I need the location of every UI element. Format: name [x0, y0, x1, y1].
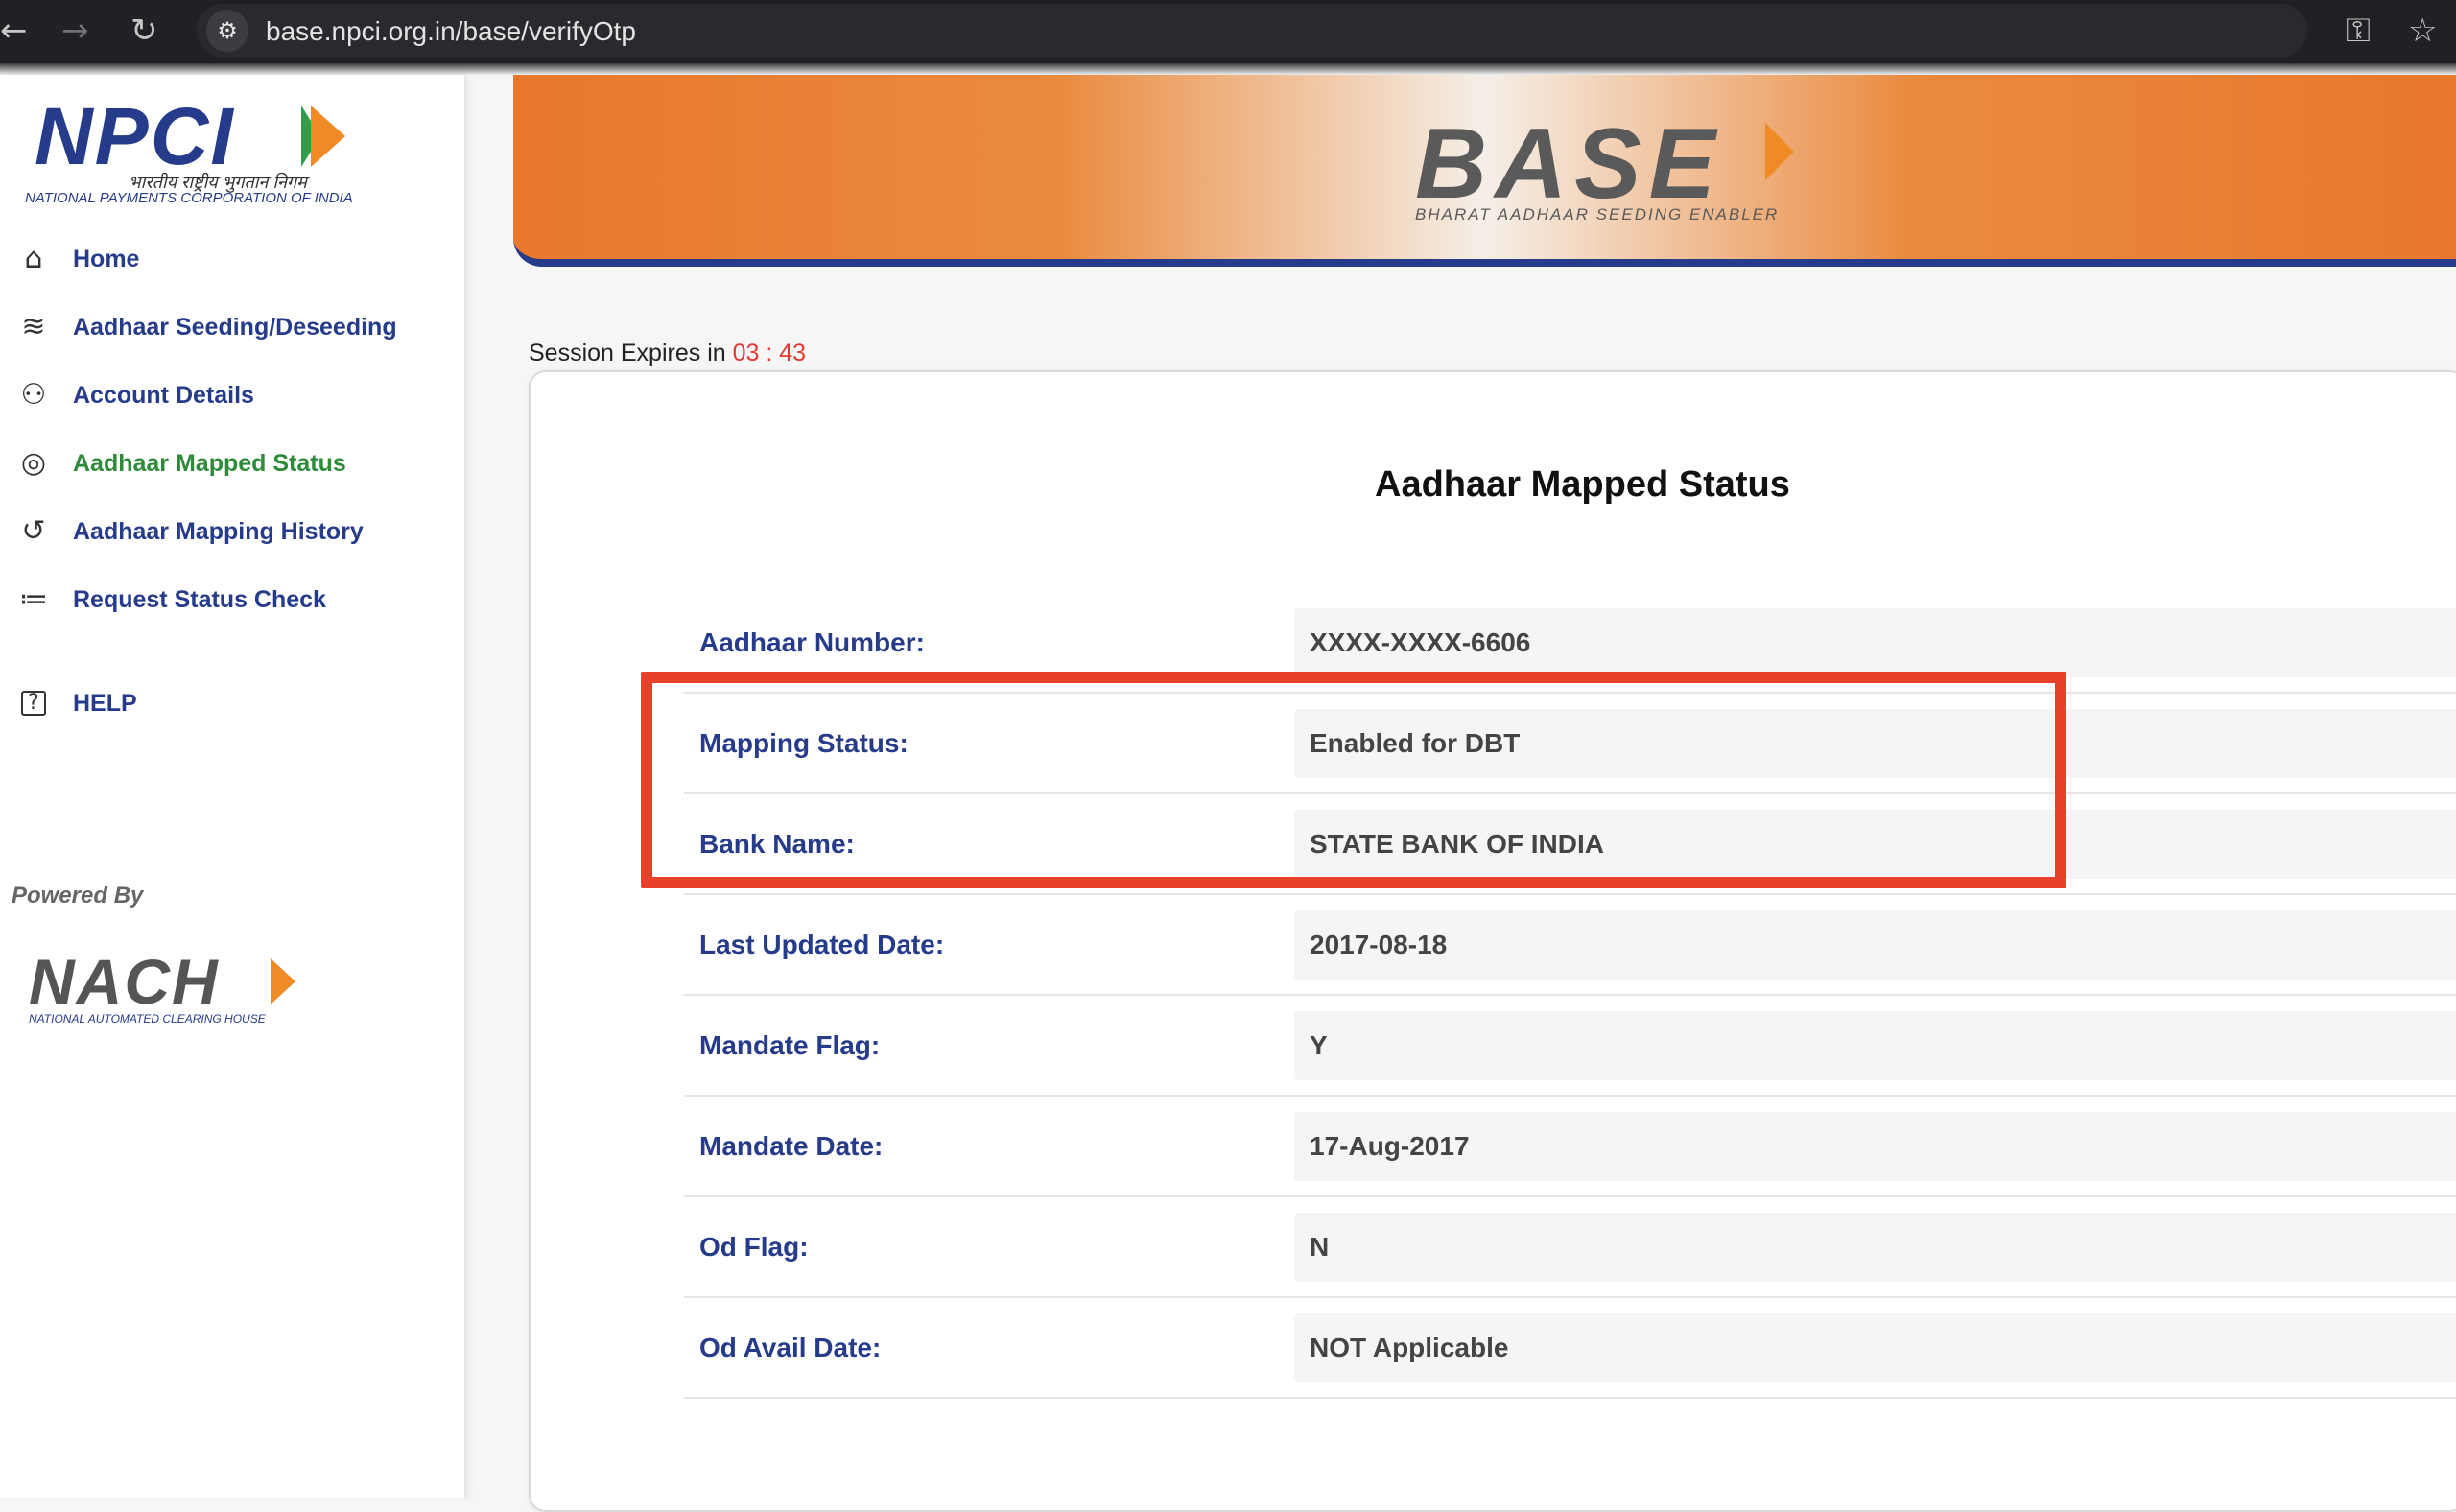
detail-label: Aadhaar Number: [699, 627, 925, 657]
address-bar[interactable]: ⚙ base.npci.org.in/base/verifyOtp [197, 4, 2307, 58]
detail-row-mapping-status: Mapping Status: Enabled for DBT [684, 694, 2456, 794]
home-icon: ⌂ [24, 242, 43, 275]
detail-row-bank-name: Bank Name: STATE BANK OF INDIA [684, 794, 2456, 895]
detail-value: 2017-08-18 [1310, 930, 1448, 959]
nach-logo-arrow [271, 958, 295, 1004]
back-arrow-icon[interactable]: ← [0, 13, 28, 48]
nach-logo-fullname: NATIONAL AUTOMATED CLEARING HOUSE [29, 1012, 266, 1026]
base-logo: BASE BHARAT AADHAAR SEEDING ENABLER [1415, 108, 1837, 224]
checklist-icon: ≔ [19, 582, 48, 616]
detail-value-box: XXXX-XXXX-6606 [1294, 608, 2456, 677]
sidebar-item-label: Aadhaar Mapping History [73, 517, 364, 545]
fingerprint-icon: ≋ [21, 310, 46, 343]
detail-label: Od Avail Date: [699, 1333, 882, 1362]
detail-value: N [1310, 1232, 1330, 1262]
header-banner: BASE BHARAT AADHAAR SEEDING ENABLER [513, 75, 2456, 267]
detail-row-od-avail-date: Od Avail Date: NOT Applicable [684, 1298, 2456, 1399]
detail-value-box: N [1294, 1213, 2456, 1282]
detail-value-box: Y [1294, 1011, 2456, 1080]
detail-value-box: Enabled for DBT [1294, 709, 2456, 778]
npci-logo-orange-arrow [311, 106, 345, 167]
detail-value-box: NOT Applicable [1294, 1313, 2456, 1382]
forward-arrow-icon[interactable]: → [61, 13, 89, 48]
detail-row-mandate-date: Mandate Date: 17-Aug-2017 [684, 1097, 2456, 1197]
detail-row-mandate-flag: Mandate Flag: Y [684, 996, 2456, 1097]
session-expiry-label: Session Expires in [529, 340, 726, 366]
detail-value: Y [1310, 1030, 1328, 1060]
detail-value: XXXX-XXXX-6606 [1310, 627, 1531, 657]
detail-label: Od Flag: [699, 1232, 809, 1262]
npci-logo-text: NPCI [35, 91, 235, 181]
npci-logo-fullname: NATIONAL PAYMENTS CORPORATION OF INDIA [25, 190, 353, 206]
nach-logo-text: NACH [29, 946, 220, 1017]
bookmark-star-icon[interactable]: ☆ [2408, 12, 2437, 50]
toolbar-shadow [0, 63, 2456, 75]
sidebar-item-aadhaar-mapped-status[interactable]: ◎ Aadhaar Mapped Status [13, 442, 346, 484]
sidebar-item-label: HELP [73, 689, 137, 717]
site-settings-icon[interactable]: ⚙ [206, 10, 248, 52]
session-expiry: Session Expires in 03 : 43 [529, 340, 806, 367]
help-icon: ? [21, 691, 46, 716]
detail-label: Bank Name: [699, 829, 855, 859]
detail-row-od-flag: Od Flag: N [684, 1197, 2456, 1298]
base-logo-arrow [1765, 123, 1794, 180]
sidebar-item-label: Home [73, 245, 140, 272]
sidebar-item-label: Account Details [73, 381, 254, 409]
powered-by-label: Powered By [12, 883, 144, 909]
sidebar-item-account-details[interactable]: ⚇ Account Details [13, 374, 254, 416]
sidebar-item-label: Aadhaar Mapped Status [73, 449, 346, 477]
reload-icon[interactable]: ↻ [130, 13, 158, 48]
detail-value-box: 2017-08-18 [1294, 910, 2456, 980]
detail-value: Enabled for DBT [1310, 728, 1521, 758]
detail-value-box: 17-Aug-2017 [1294, 1112, 2456, 1181]
sidebar-item-help[interactable]: ? HELP [13, 682, 137, 724]
detail-label: Mandate Flag: [699, 1030, 881, 1060]
sidebar-item-label: Request Status Check [73, 585, 326, 613]
detail-label: Mandate Date: [699, 1131, 884, 1161]
status-card: Aadhaar Mapped Status Aadhaar Number: XX… [529, 370, 2456, 1512]
nach-logo: NACH NATIONAL AUTOMATED CLEARING HOUSE [29, 946, 317, 1029]
sidebar-item-aadhaar-mapping-history[interactable]: ↺ Aadhaar Mapping History [13, 510, 364, 553]
status-circle-icon: ◎ [20, 446, 47, 480]
sidebar-item-label: Aadhaar Seeding/Deseeding [73, 313, 397, 341]
detail-value: 17-Aug-2017 [1310, 1131, 1470, 1161]
key-icon[interactable]: ⚿ [2346, 12, 2371, 50]
detail-label: Mapping Status: [699, 728, 909, 758]
history-icon: ↺ [21, 514, 46, 548]
sidebar-item-request-status-check[interactable]: ≔ Request Status Check [13, 579, 326, 621]
page-title: Aadhaar Mapped Status [1375, 464, 1790, 505]
sidebar-item-aadhaar-seeding[interactable]: ≋ Aadhaar Seeding/Deseeding [13, 306, 397, 348]
url-text[interactable]: base.npci.org.in/base/verifyOtp [266, 16, 636, 47]
npci-logo[interactable]: NPCI भारतीय राष्ट्रीय भुगतान निगम NATION… [23, 91, 359, 206]
detail-value: STATE BANK OF INDIA [1310, 829, 1604, 859]
detail-row-aadhaar-number: Aadhaar Number: XXXX-XXXX-6606 [684, 593, 2456, 694]
detail-value-box: STATE BANK OF INDIA [1294, 810, 2456, 879]
sidebar-item-home[interactable]: ⌂ Home [13, 238, 139, 280]
session-timer: 03 : 43 [732, 340, 807, 366]
detail-row-last-updated-date: Last Updated Date: 2017-08-18 [684, 895, 2456, 996]
detail-label: Last Updated Date: [699, 930, 945, 959]
base-logo-tagline: BHARAT AADHAAR SEEDING ENABLER [1415, 205, 1780, 224]
browser-toolbar: ← → ↻ ⚙ base.npci.org.in/base/verifyOtp … [0, 0, 2456, 63]
users-icon: ⚇ [20, 378, 47, 412]
detail-value: NOT Applicable [1310, 1333, 1509, 1362]
sidebar: NPCI भारतीय राष्ट्रीय भुगतान निगम NATION… [0, 75, 466, 1498]
